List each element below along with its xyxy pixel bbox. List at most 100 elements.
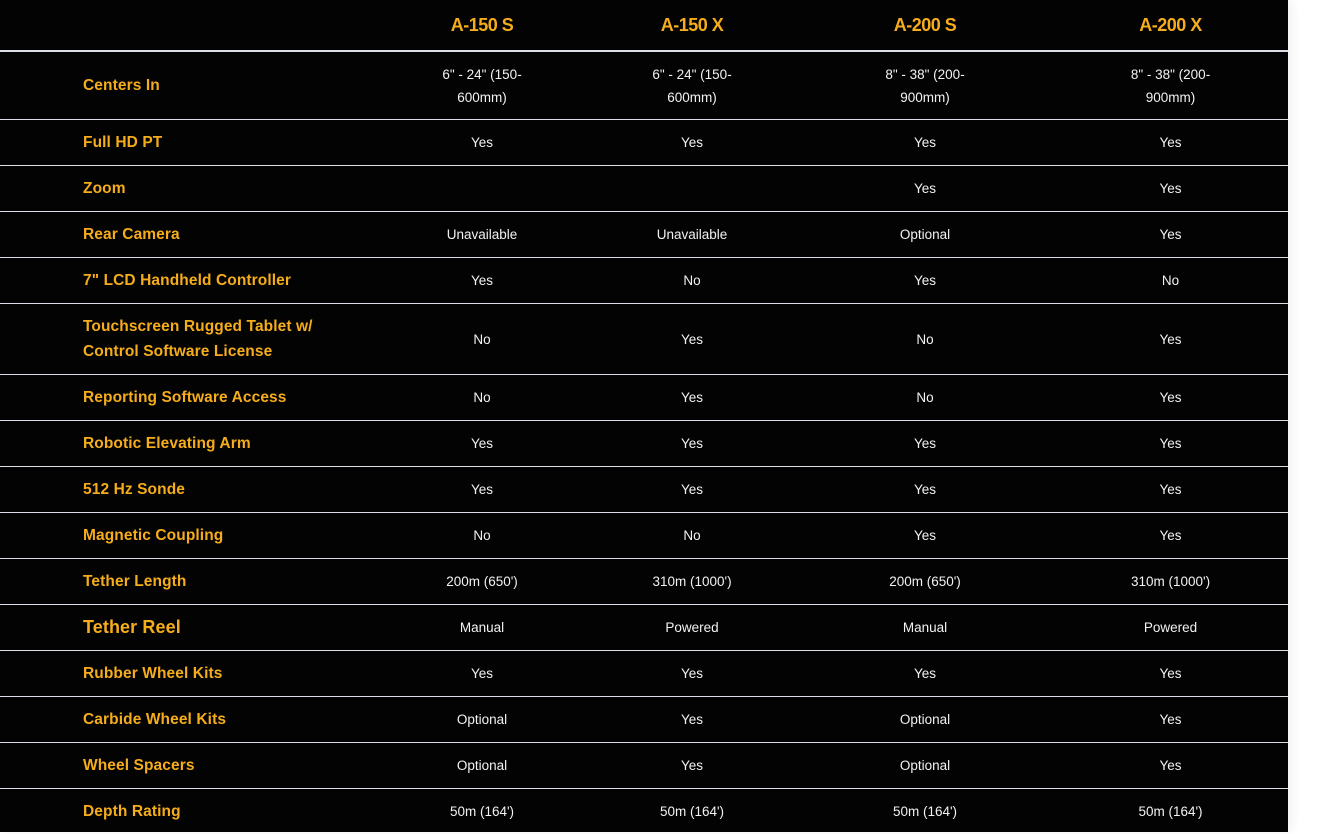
spec-value: Yes xyxy=(1159,712,1181,727)
spec-cell: No xyxy=(377,375,587,421)
spec-value: Yes xyxy=(1159,758,1181,773)
feature-label: Centers In xyxy=(0,51,377,120)
spec-cell: No xyxy=(797,375,1053,421)
spec-value: Yes xyxy=(1159,528,1181,543)
spec-cell: Yes xyxy=(377,421,587,467)
spec-cell: No xyxy=(797,304,1053,375)
spec-value: Yes xyxy=(681,482,703,497)
table-row: Carbide Wheel Kits Optional Yes Optional Yes xyxy=(0,697,1288,743)
spec-value: Yes xyxy=(1159,436,1181,451)
spec-value: Yes xyxy=(1159,482,1181,497)
spec-cell: No xyxy=(377,513,587,559)
feature-label: 7" LCD Handheld Controller xyxy=(0,258,377,304)
feature-label: 512 Hz Sonde xyxy=(0,467,377,513)
feature-label: Rubber Wheel Kits xyxy=(0,651,377,697)
spec-value: 310m (1000') xyxy=(1131,574,1210,589)
spec-cell: Optional xyxy=(377,697,587,743)
spec-cell: 50m (164') xyxy=(587,789,797,834)
spec-cell: 50m (164') xyxy=(1053,789,1288,834)
spec-cell: Yes xyxy=(797,120,1053,166)
feature-label-text: 512 Hz Sonde xyxy=(83,481,185,498)
feature-label: Carbide Wheel Kits xyxy=(0,697,377,743)
table-row: Rear Camera Unavailable Unavailable Optiona… xyxy=(0,212,1288,258)
spec-value: Yes xyxy=(914,528,936,543)
table-row: 7" LCD Handheld ControllerYesNoYesNo xyxy=(0,258,1288,304)
spec-cell: Unavailable xyxy=(377,212,587,258)
spec-value: Yes xyxy=(914,181,936,196)
spec-cell: Yes xyxy=(1053,166,1288,212)
spec-value: Optional xyxy=(900,758,950,773)
feature-label-text: Rubber Wheel Kits xyxy=(83,665,223,682)
spec-cell: Yes xyxy=(377,120,587,166)
spec-value: Optional xyxy=(900,227,950,242)
spec-value: Unavailable xyxy=(657,227,728,242)
spec-cell: Unavailable xyxy=(587,212,797,258)
spec-cell: Yes xyxy=(1053,120,1288,166)
spec-cell: Yes xyxy=(587,651,797,697)
spec-value: Yes xyxy=(681,436,703,451)
spec-value: No xyxy=(473,332,490,347)
feature-label-text: Wheel Spacers xyxy=(83,757,195,774)
spec-cell: Yes xyxy=(1053,375,1288,421)
spec-cell xyxy=(587,166,797,212)
model-header: A-200 S xyxy=(797,0,1053,51)
table-row: Tether Reel Manual Powered Manual Powered xyxy=(0,605,1288,651)
feature-label: Touchscreen Rugged Tablet w/ Control Sof… xyxy=(0,304,377,375)
spec-value: 6" - 24" (150-600mm) xyxy=(432,63,532,109)
spec-value: Powered xyxy=(1144,620,1197,635)
spec-value: 200m (650') xyxy=(889,574,961,589)
spec-value: No xyxy=(473,528,490,543)
model-comparison-table: A-150 S A-150 X A-200 S A-200 X Centers … xyxy=(0,0,1288,834)
spec-cell: Yes xyxy=(1053,212,1288,258)
spec-value: Optional xyxy=(900,712,950,727)
model-header: A-150 X xyxy=(587,0,797,51)
spec-cell: Optional xyxy=(797,212,1053,258)
spec-cell: Yes xyxy=(1053,467,1288,513)
table-row: Wheel SpacersOptionalYesOptionalYes xyxy=(0,743,1288,789)
spec-cell: Manual xyxy=(797,605,1053,651)
feature-label-text: Touchscreen Rugged Tablet w/ Control Sof… xyxy=(83,314,313,364)
spec-value: No xyxy=(916,332,933,347)
spec-value: No xyxy=(683,528,700,543)
feature-label: Robotic Elevating Arm xyxy=(0,421,377,467)
table-row: Full HD PTYesYesYesYes xyxy=(0,120,1288,166)
feature-label: Zoom xyxy=(0,166,377,212)
spec-cell: Yes xyxy=(797,166,1053,212)
spec-value: 50m (164') xyxy=(1138,804,1202,819)
spec-cell: Optional xyxy=(797,697,1053,743)
spec-value: Yes xyxy=(471,135,493,150)
spec-cell: Yes xyxy=(1053,304,1288,375)
table-row: 512 Hz SondeYesYesYesYes xyxy=(0,467,1288,513)
spec-cell: Yes xyxy=(587,421,797,467)
spec-value: Manual xyxy=(903,620,947,635)
table-row: Robotic Elevating ArmYesYesYesYes xyxy=(0,421,1288,467)
spec-cell: Yes xyxy=(797,258,1053,304)
spec-value: Unavailable xyxy=(447,227,518,242)
spec-value: Yes xyxy=(681,712,703,727)
spec-value: 200m (650') xyxy=(446,574,518,589)
spec-value: 50m (164') xyxy=(660,804,724,819)
feature-label-text: Carbide Wheel Kits xyxy=(83,711,226,728)
feature-label: Depth Rating xyxy=(0,789,377,834)
spec-cell: 50m (164') xyxy=(797,789,1053,834)
table-row: Zoom Yes Yes xyxy=(0,166,1288,212)
spec-cell: Yes xyxy=(797,513,1053,559)
feature-label: Rear Camera xyxy=(0,212,377,258)
spec-cell: Yes xyxy=(797,651,1053,697)
spec-value: Powered xyxy=(665,620,718,635)
spec-cell: 310m (1000') xyxy=(1053,559,1288,605)
spec-value: Yes xyxy=(471,273,493,288)
spec-value: No xyxy=(916,390,933,405)
spec-cell: Yes xyxy=(1053,513,1288,559)
spec-value: Yes xyxy=(1159,390,1181,405)
spec-cell: Optional xyxy=(797,743,1053,789)
spec-cell: No xyxy=(377,304,587,375)
spec-cell: 200m (650') xyxy=(797,559,1053,605)
spec-cell: Yes xyxy=(587,467,797,513)
spec-value: Yes xyxy=(681,332,703,347)
spec-cell: No xyxy=(587,513,797,559)
feature-label-text: Reporting Software Access xyxy=(83,389,286,406)
table-row: Reporting Software AccessNoYesNoYes xyxy=(0,375,1288,421)
spec-cell: Manual xyxy=(377,605,587,651)
feature-label-text: Tether Reel xyxy=(83,617,181,637)
